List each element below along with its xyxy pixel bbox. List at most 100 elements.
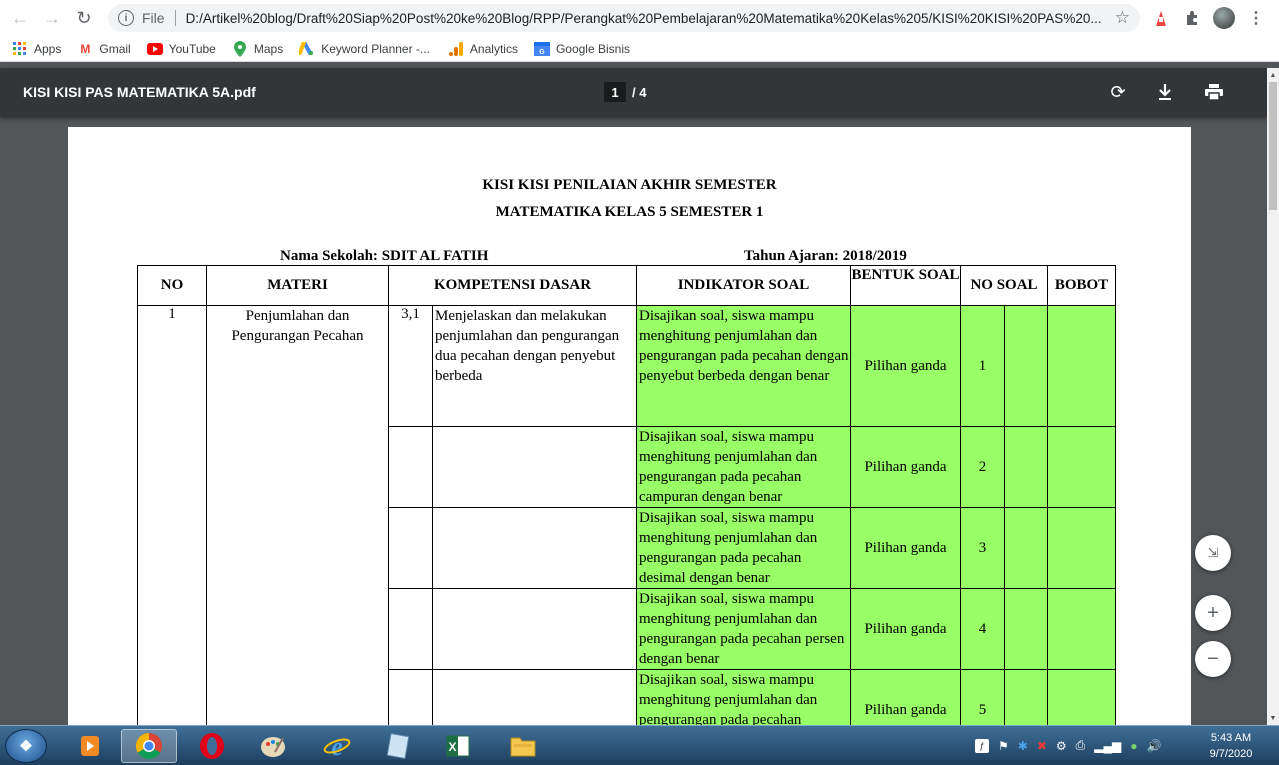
header-bobot: BOBOT <box>1047 265 1116 306</box>
pdf-filename: KISI KISI PAS MATEMATIKA 5A.pdf <box>23 84 256 100</box>
back-arrow-icon[interactable]: ← <box>6 4 34 32</box>
bookmark-star-icon[interactable]: ☆ <box>1115 8 1130 28</box>
windows-taskbar: ❖ e X ƒ ⚑ ✱ ✖ ⚙ ⎙ ▂▄▆ ● 🔊 5:43 AM 9/7/20… <box>0 725 1279 765</box>
extension-icon[interactable] <box>1150 5 1172 31</box>
vertical-scrollbar[interactable]: ▲ ▼ <box>1267 68 1279 725</box>
indikator-cell: Disajikan soal, siswa mampu menghitung p… <box>636 588 851 670</box>
notepad-icon[interactable] <box>370 729 426 763</box>
forward-arrow-icon[interactable]: → <box>38 4 66 32</box>
start-button-icon[interactable]: ❖ <box>5 729 47 763</box>
no-soal-extra-cell <box>1004 669 1048 727</box>
download-icon[interactable] <box>1153 80 1177 104</box>
year-info: Tahun Ajaran: 2018/2019 <box>744 248 907 265</box>
menu-kebab-icon[interactable]: ⋮ <box>1246 5 1266 31</box>
excel-icon[interactable]: X <box>430 729 486 763</box>
scrollbar-thumb[interactable] <box>1269 82 1277 210</box>
tools-icon[interactable]: ⚙ <box>1056 739 1067 753</box>
profile-avatar[interactable] <box>1212 5 1236 31</box>
apps-grid-icon <box>12 41 28 57</box>
header-no-soal: NO SOAL <box>960 265 1048 306</box>
file-explorer-icon[interactable] <box>495 729 551 763</box>
bookmark-label: Google Bisnis <box>555 41 630 56</box>
taskbar-clock[interactable]: 5:43 AM 9/7/2020 <box>1192 730 1270 762</box>
print-icon[interactable] <box>1202 80 1226 104</box>
zoom-in-icon[interactable]: + <box>1195 595 1231 631</box>
bookmark-keyword-planner[interactable]: Keyword Planner -... <box>299 41 430 57</box>
svg-text:X: X <box>448 740 456 754</box>
reload-icon[interactable]: ↻ <box>70 4 98 32</box>
kd-text-empty <box>432 669 637 727</box>
no-soal-cell: 1 <box>960 305 1005 427</box>
no-soal-extra-cell <box>1004 588 1048 670</box>
flag-icon[interactable]: ⚑ <box>998 739 1009 753</box>
header-indikator-soal: INDIKATOR SOAL <box>636 265 851 306</box>
system-tray: ƒ ⚑ ✱ ✖ ⚙ ⎙ ▂▄▆ ● 🔊 <box>975 738 1161 753</box>
usb-icon[interactable]: ⎙ <box>1076 738 1086 753</box>
table-row: 1 Penjumlahan dan Pengurangan Pecahan 3,… <box>137 305 1116 727</box>
bookmarks-bar: Apps M Gmail YouTube Maps Keyword Planne… <box>0 36 1279 62</box>
google-business-icon: G <box>533 41 550 57</box>
internet-explorer-icon[interactable]: e <box>309 729 365 763</box>
url-scheme: File <box>142 10 165 26</box>
bookmark-apps[interactable]: Apps <box>12 41 61 57</box>
bookmark-analytics[interactable]: Analytics <box>448 41 518 57</box>
bentuk-cell: Pilihan ganda <box>850 669 961 727</box>
puzzle-extensions-icon[interactable] <box>1181 5 1203 31</box>
url-text[interactable]: D:/Artikel%20blog/Draft%20Siap%20Post%20… <box>186 11 1106 26</box>
media-player-icon[interactable] <box>62 729 118 763</box>
kd-text-empty <box>432 507 637 589</box>
browser-toolbar: ← → ↻ i File D:/Artikel%20blog/Draft%20S… <box>0 0 1279 36</box>
header-materi: MATERI <box>206 265 389 306</box>
maps-pin-icon <box>232 40 248 57</box>
school-label: Nama Sekolah: <box>280 248 378 264</box>
materi-cell: Penjumlahan dan Pengurangan Pecahan <box>206 305 389 727</box>
security-icon[interactable]: ✖ <box>1037 739 1047 753</box>
chrome-icon[interactable] <box>121 729 177 763</box>
network-signal-icon[interactable]: ▂▄▆ <box>1094 739 1121 753</box>
bobot-cell <box>1047 588 1116 670</box>
bookmark-google-bisnis[interactable]: G Google Bisnis <box>533 41 630 57</box>
rotate-icon[interactable]: ⟳ <box>1106 80 1130 104</box>
kd-number-empty <box>388 588 433 670</box>
fit-to-page-icon[interactable]: ⇲ <box>1195 535 1231 571</box>
bentuk-cell: Pilihan ganda <box>850 507 961 589</box>
scroll-down-arrow-icon[interactable]: ▼ <box>1267 711 1279 725</box>
bentuk-cell: Pilihan ganda <box>850 426 961 508</box>
scroll-up-arrow-icon[interactable]: ▲ <box>1267 68 1279 82</box>
no-soal-extra-cell <box>1004 426 1048 508</box>
youtube-icon <box>146 41 163 57</box>
notification-icon[interactable]: ƒ <box>975 738 989 753</box>
network-status-icon[interactable]: ● <box>1130 739 1137 753</box>
clock-time: 5:43 AM <box>1210 732 1252 744</box>
indikator-cell: Disajikan soal, siswa mampu menghitung p… <box>636 507 851 589</box>
kisi-kisi-table: NO MATERI KOMPETENSI DASAR INDIKATOR SOA… <box>137 265 1116 727</box>
volume-icon[interactable]: 🔊 <box>1146 739 1161 753</box>
bookmark-label: Apps <box>34 41 62 56</box>
opera-icon[interactable] <box>184 729 240 763</box>
kd-text-empty <box>432 426 637 508</box>
kd-text: Menjelaskan dan melakukan penjumlahan da… <box>432 305 637 427</box>
bookmark-youtube[interactable]: YouTube <box>146 41 216 57</box>
info-icon[interactable]: i <box>118 10 134 26</box>
bluetooth-icon[interactable]: ✱ <box>1018 739 1028 753</box>
bookmark-gmail[interactable]: M Gmail <box>77 41 130 57</box>
bookmark-label: Analytics <box>469 41 518 56</box>
pdf-toolbar: KISI KISI PAS MATEMATIKA 5A.pdf 1 / 4 ⟳ <box>0 68 1267 117</box>
divider <box>174 10 176 26</box>
address-bar[interactable]: i File D:/Artikel%20blog/Draft%20Siap%20… <box>108 4 1140 32</box>
kd-number-empty <box>388 507 433 589</box>
google-ads-icon <box>299 41 315 57</box>
document-subtitle: MATEMATIKA KELAS 5 SEMESTER 1 <box>495 204 764 220</box>
no-soal-cell: 4 <box>960 588 1005 670</box>
bobot-cell <box>1047 305 1116 427</box>
zoom-out-icon[interactable]: − <box>1195 641 1231 677</box>
bookmark-maps[interactable]: Maps <box>232 40 284 57</box>
page-number-input[interactable]: 1 <box>604 82 626 102</box>
paint-icon[interactable] <box>245 729 301 763</box>
bookmark-label: Gmail <box>99 41 131 56</box>
document-title: KISI KISI PENILAIAN AKHIR SEMESTER <box>482 177 777 193</box>
page-total: / 4 <box>632 84 647 100</box>
bookmark-label: Maps <box>253 41 284 56</box>
no-soal-cell: 3 <box>960 507 1005 589</box>
no-soal-cell: 2 <box>960 426 1005 508</box>
